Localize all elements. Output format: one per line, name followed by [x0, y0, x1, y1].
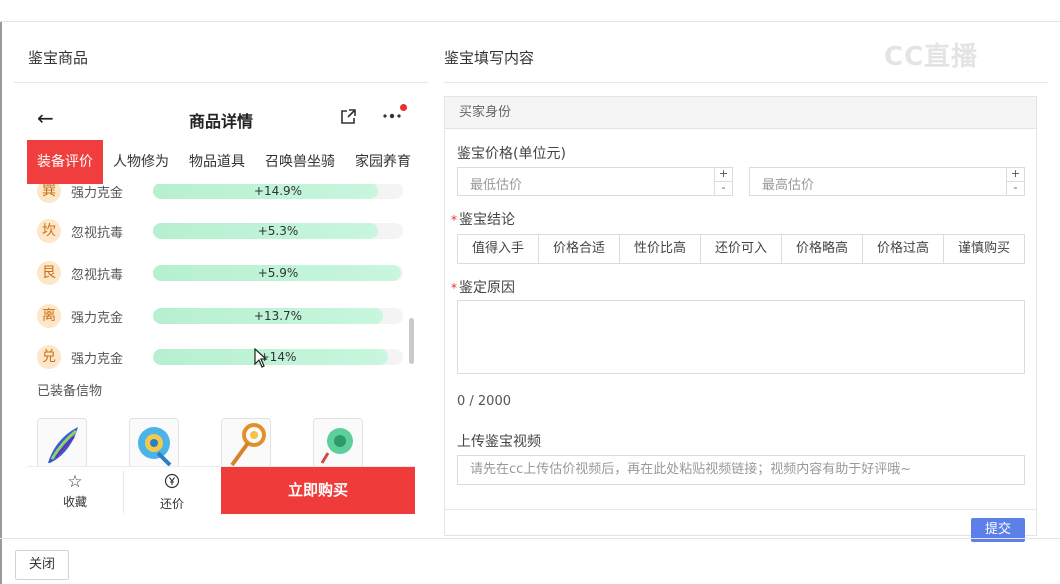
tab-equipment-review[interactable]: 装备评价 — [27, 140, 103, 184]
reason-label-text: 鉴定原因 — [459, 280, 515, 296]
stat-row: 兑 强力克金 +14% — [27, 342, 415, 372]
buyer-identity-header: 买家身份 — [445, 97, 1036, 129]
conclusion-label: * 鉴宝结论 — [451, 209, 515, 229]
conclusion-option[interactable]: 谨慎购买 — [944, 235, 1024, 263]
right-divider — [444, 82, 1048, 83]
stat-value: +5.9% — [257, 266, 299, 280]
reason-textarea[interactable] — [457, 300, 1025, 374]
price-label: 鉴宝价格(单位元) — [457, 146, 566, 162]
right-panel-title: 鉴宝填写内容 — [444, 49, 535, 67]
conclusion-option[interactable]: 性价比高 — [620, 235, 701, 263]
mouse-cursor-icon — [254, 348, 268, 368]
feather-icon[interactable] — [37, 418, 87, 466]
min-price-input[interactable]: 最低估价 + - — [457, 167, 733, 196]
stat-badge: 巽 — [37, 184, 61, 203]
stat-badge: 兑 — [37, 345, 61, 369]
stat-bar: +13.7% — [153, 308, 403, 324]
conclusion-option[interactable]: 价格略高 — [782, 235, 863, 263]
max-price-input[interactable]: 最高估价 + - — [749, 167, 1025, 196]
max-price-stepper: + - — [1006, 168, 1024, 195]
footer-divider — [0, 538, 1060, 539]
conclusion-option[interactable]: 价格合适 — [539, 235, 620, 263]
decrement-button[interactable]: - — [715, 181, 732, 194]
stat-name: 强力克金 — [71, 311, 124, 326]
top-bar — [0, 0, 1060, 22]
stat-name: 强力克金 — [71, 186, 124, 201]
stat-value: +13.7% — [253, 309, 303, 323]
stat-badge: 艮 — [37, 261, 61, 285]
stat-value: +5.3% — [257, 224, 299, 238]
stat-name: 强力克金 — [71, 352, 124, 367]
fan-icon[interactable] — [129, 418, 179, 466]
form-divider — [445, 509, 1036, 510]
required-mark: * — [451, 213, 457, 227]
max-price-placeholder: 最高估价 — [762, 178, 815, 193]
buy-now-button[interactable]: 立即购买 — [221, 467, 415, 514]
phone-content-scroll[interactable]: 巽 强力克金 +14.9% 坎 忽视抗毒 +5.3% 艮 忽视抗毒 +5.9% … — [27, 184, 415, 466]
stat-value: +14.9% — [253, 184, 303, 198]
conclusion-option[interactable]: 值得入手 — [458, 235, 539, 263]
appraisal-form: 买家身份 鉴宝价格(单位元) 最低估价 + - 最高估价 + - * 鉴宝结论 值… — [444, 96, 1037, 542]
stat-name: 忽视抗毒 — [71, 226, 124, 241]
stat-badge: 离 — [37, 304, 61, 328]
favorite-label: 收藏 — [62, 495, 87, 509]
tab-character[interactable]: 人物修为 — [113, 140, 169, 184]
phone-tabs: 装备评价 人物修为 物品道具 召唤兽坐骑 家园养育 — [27, 140, 415, 184]
more-icon[interactable] — [382, 108, 402, 126]
stat-bar: +5.3% — [153, 223, 403, 239]
stat-row: 巽 强力克金 +14.9% — [27, 184, 415, 206]
left-divider — [14, 82, 428, 83]
conclusion-option[interactable]: 还价可入 — [701, 235, 782, 263]
conclusion-option[interactable]: 价格过高 — [863, 235, 944, 263]
reason-label: * 鉴定原因 — [451, 277, 515, 297]
conclusion-label-text: 鉴宝结论 — [459, 212, 515, 228]
equipped-items-title: 已装备信物 — [37, 384, 103, 399]
left-panel-title: 鉴宝商品 — [28, 49, 89, 67]
conclusion-options: 值得入手 价格合适 性价比高 还价可入 价格略高 价格过高 谨慎购买 — [457, 234, 1025, 264]
char-counter: 0 / 2000 — [457, 394, 511, 409]
video-link-input[interactable]: 请先在cc上传估价视频后，再在此处粘贴视频链接；视频内容有助于好评哦~ — [457, 455, 1025, 485]
close-button[interactable]: 关闭 — [15, 550, 69, 580]
increment-button[interactable]: + — [1007, 168, 1024, 181]
product-detail-preview: ← 商品详情 装备评价 人物修为 物品道具 召唤兽坐骑 家园养育 巽 强力克金 … — [27, 96, 415, 514]
scrollbar[interactable] — [409, 318, 414, 364]
increment-button[interactable]: + — [715, 168, 732, 181]
staff-icon[interactable] — [221, 418, 271, 466]
stat-name: 忽视抗毒 — [71, 268, 124, 283]
bargain-button[interactable]: 还价 — [124, 467, 220, 514]
phone-bottom-bar: ☆ 收藏 还价 立即购买 — [27, 466, 415, 514]
tab-home[interactable]: 家园养育 — [355, 140, 411, 184]
tab-summons-mounts[interactable]: 召唤兽坐骑 — [265, 140, 335, 184]
stat-row: 离 强力克金 +13.7% — [27, 301, 415, 331]
bargain-label: 还价 — [159, 497, 184, 511]
min-price-placeholder: 最低估价 — [470, 178, 523, 193]
stat-value: +14% — [259, 350, 297, 364]
yen-icon — [124, 473, 220, 493]
stat-badge: 坎 — [37, 219, 61, 243]
tab-items[interactable]: 物品道具 — [189, 140, 245, 184]
decrement-button[interactable]: - — [1007, 181, 1024, 194]
required-mark: * — [451, 281, 457, 295]
share-icon[interactable] — [339, 108, 357, 131]
jade-icon[interactable] — [313, 418, 363, 466]
video-label: 上传鉴宝视频 — [457, 434, 541, 450]
phone-header: ← 商品详情 — [27, 96, 415, 140]
min-price-stepper: + - — [714, 168, 732, 195]
stat-bar: +5.9% — [153, 265, 403, 281]
stat-row: 艮 忽视抗毒 +5.9% — [27, 258, 415, 288]
cc-watermark-logo: CC直播 — [884, 42, 979, 72]
star-icon: ☆ — [67, 472, 83, 492]
favorite-button[interactable]: ☆ 收藏 — [27, 467, 123, 514]
stat-row: 坎 忽视抗毒 +5.3% — [27, 216, 415, 246]
stat-bar: +14.9% — [153, 184, 403, 199]
notification-dot — [400, 104, 407, 111]
stat-bar: +14% — [153, 349, 403, 365]
window-edge — [0, 22, 2, 584]
